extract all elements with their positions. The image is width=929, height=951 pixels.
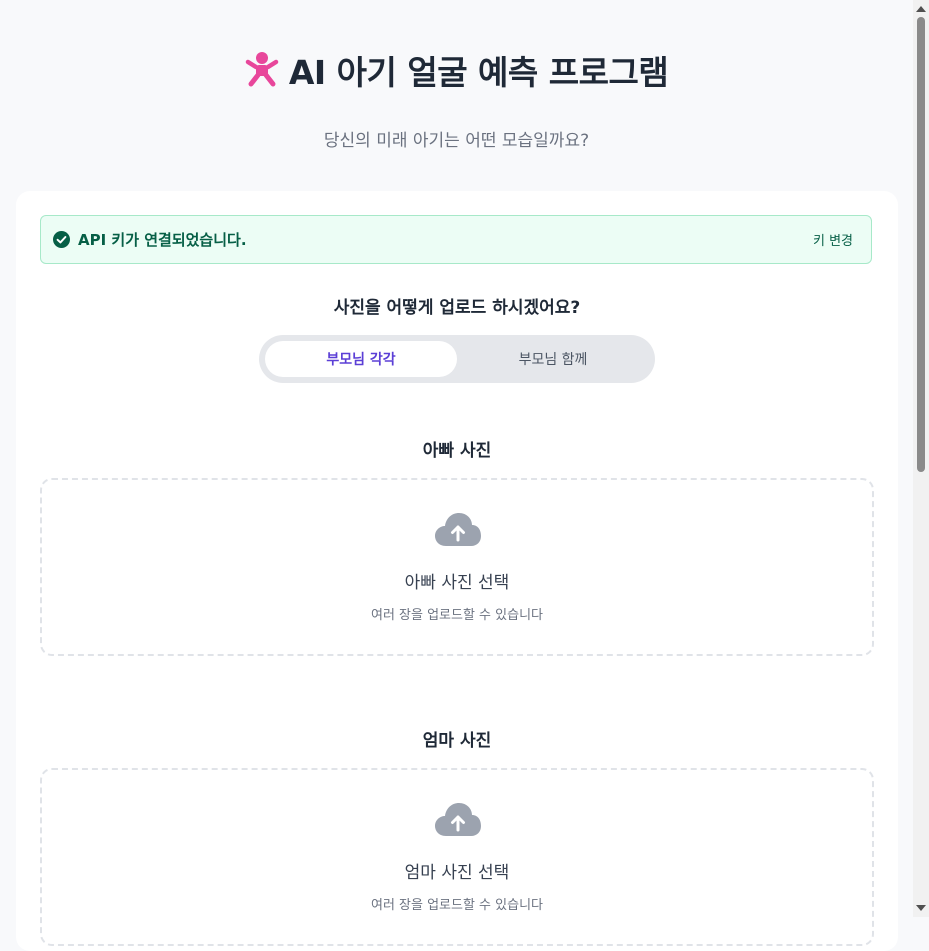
father-upload-hint: 여러 장을 업로드할 수 있습니다: [370, 608, 543, 623]
upload-question: 사진을 어떻게 업로드 하시겠어요?: [333, 298, 581, 318]
upload-mode-toggle: 부모님 각각 부모님 함께: [259, 335, 655, 383]
cloud-upload-icon: [435, 513, 481, 546]
check-circle-icon: [53, 231, 70, 248]
page: AI 아기 얼굴 예측 프로그램 당신의 미래 아기는 어떤 모습일까요? AP…: [0, 0, 913, 951]
change-key-button[interactable]: 키 변경: [813, 230, 853, 249]
mother-photo-dropzone[interactable]: 엄마 사진 선택 여러 장을 업로드할 수 있습니다: [40, 768, 874, 946]
father-photo-dropzone[interactable]: 아빠 사진 선택 여러 장을 업로드할 수 있습니다: [40, 478, 874, 656]
mother-section-title: 엄마 사진: [422, 731, 492, 751]
mother-upload-hint: 여러 장을 업로드할 수 있습니다: [370, 898, 543, 913]
cloud-upload-icon: [435, 803, 481, 836]
mode-separate-button[interactable]: 부모님 각각: [265, 341, 457, 377]
mode-together-button[interactable]: 부모님 함께: [457, 341, 649, 377]
vertical-scrollbar[interactable]: [913, 0, 929, 917]
subtitle: 당신의 미래 아기는 어떤 모습일까요?: [323, 131, 590, 151]
father-section-title: 아빠 사진: [422, 441, 492, 461]
father-select-label: 아빠 사진 선택: [404, 573, 510, 593]
mother-select-label: 엄마 사진 선택: [404, 863, 510, 883]
baby-icon: [245, 52, 279, 87]
title-text: AI 아기 얼굴 예측 프로그램: [288, 53, 669, 92]
scroll-down-arrow-icon[interactable]: [916, 905, 926, 911]
alert-text: API 키가 연결되었습니다.: [78, 231, 247, 249]
page-title: AI 아기 얼굴 예측 프로그램: [0, 46, 913, 94]
scrollbar-thumb[interactable]: [917, 17, 925, 472]
main-card: API 키가 연결되었습니다. 키 변경 사진을 어떻게 업로드 하시겠어요? …: [16, 191, 898, 951]
api-key-status-alert: API 키가 연결되었습니다. 키 변경: [40, 215, 872, 264]
scroll-up-arrow-icon[interactable]: [916, 6, 926, 12]
